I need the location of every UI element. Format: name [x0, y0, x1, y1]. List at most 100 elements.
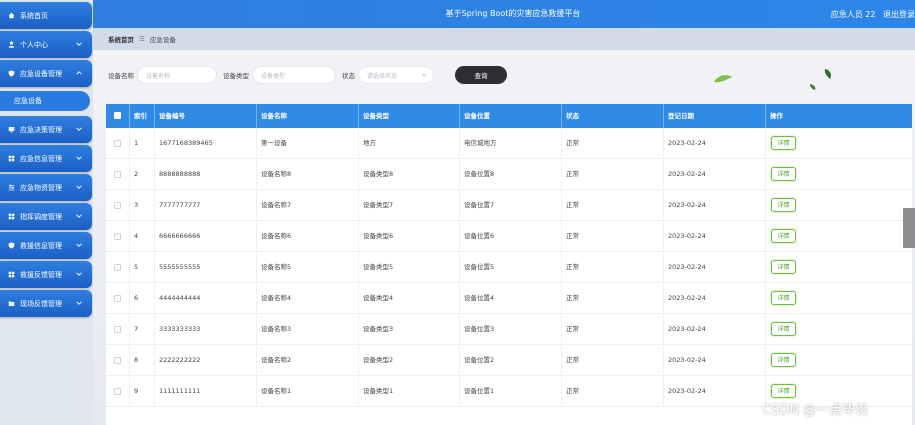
- detail-button[interactable]: 详情: [771, 198, 796, 212]
- table-row: 7 3333333333 设备名称3 设备类型3 设备位置3 正常 2023-02-24 详情: [106, 314, 912, 345]
- cell-index: 2: [130, 159, 155, 190]
- cell-name: 设备名称5: [257, 252, 359, 283]
- cell-code: 1111111111: [155, 376, 257, 407]
- sidebar-subitem-label: 应急设备: [14, 97, 42, 105]
- breadcrumb: 系统首页 ☰ 应急设备: [93, 28, 915, 50]
- cell-date: 2023-02-24: [664, 314, 766, 345]
- table-row: 6 4444444444 设备名称4 设备类型4 设备位置4 正常 2023-02-24 详情: [106, 283, 912, 314]
- row-select-cell: [106, 221, 130, 252]
- sidebar-item-info[interactable]: 应急信息管理: [0, 145, 92, 172]
- sidebar-item-label: 系统首页: [20, 11, 48, 20]
- status-select[interactable]: 请选择状态: [358, 66, 434, 84]
- chevron-down-icon: [76, 42, 82, 46]
- row-checkbox[interactable]: [114, 388, 121, 395]
- row-checkbox[interactable]: [114, 357, 121, 364]
- device-name-label: 设备名称: [108, 72, 134, 80]
- row-select-cell: [106, 283, 130, 314]
- chevron-down-icon: [76, 214, 82, 218]
- cell-date: 2023-02-24: [664, 252, 766, 283]
- cell-location: 设备位置7: [460, 190, 562, 221]
- sidebar-item-site-feedback[interactable]: 现场反馈管理: [0, 290, 92, 317]
- header-code: 设备编号: [155, 104, 257, 128]
- sidebar-item-label: 应急设备管理: [20, 69, 62, 78]
- logout-button[interactable]: 退出登录: [883, 10, 915, 19]
- sidebar-item-emergency-device[interactable]: 应急设备管理: [0, 60, 92, 87]
- leaf-decoration-icon: [714, 75, 732, 83]
- cell-index: 9: [130, 376, 155, 407]
- chevron-down-icon: [76, 272, 82, 276]
- monitor-icon: [8, 126, 15, 133]
- detail-button[interactable]: 详情: [771, 384, 796, 398]
- row-checkbox[interactable]: [114, 140, 121, 147]
- sidebar-item-personal-center[interactable]: 个人中心: [0, 31, 92, 58]
- table-row: 4 6666666666 设备名称6 设备类型6 设备位置6 正常 2023-02-24 详情: [106, 221, 912, 252]
- cell-date: 2023-02-24: [664, 190, 766, 221]
- detail-button[interactable]: 详情: [771, 291, 796, 305]
- row-checkbox[interactable]: [114, 202, 121, 209]
- row-checkbox[interactable]: [114, 233, 121, 240]
- chevron-down-icon: [76, 301, 82, 305]
- sidebar-item-label: 应急信息管理: [20, 154, 62, 163]
- cell-code: 1677168389465: [155, 128, 257, 159]
- sidebar-item-label: 现场反馈管理: [20, 299, 62, 308]
- search-bar: 设备名称 设备名称 设备类型 设备类型 状态 请选择状态: [108, 66, 434, 84]
- breadcrumb-home[interactable]: 系统首页: [108, 34, 134, 44]
- cell-type: 设备类型2: [359, 345, 460, 376]
- header-actions: 操作: [770, 112, 783, 120]
- main-content: 设备名称 设备名称 设备类型 设备类型 状态 请选择状态 查询 索引 设备编号 …: [93, 50, 915, 425]
- header-date: 登记日期: [664, 104, 766, 128]
- breadcrumb-current: 应急设备: [149, 36, 176, 44]
- cell-actions: 详情: [766, 314, 912, 345]
- sidebar-item-supplies[interactable]: 应急物资管理: [0, 174, 92, 201]
- query-button[interactable]: 查询: [455, 66, 507, 84]
- detail-button[interactable]: 详情: [771, 136, 796, 150]
- grid-icon: [8, 213, 15, 220]
- cell-actions: 详情: [766, 252, 912, 283]
- device-name-input[interactable]: 设备名称: [137, 66, 217, 84]
- header-status: 状态: [562, 104, 664, 128]
- cell-status: 正常: [562, 376, 664, 407]
- detail-button[interactable]: 详情: [771, 322, 796, 336]
- select-all-checkbox[interactable]: [114, 112, 121, 119]
- grid-icon: [8, 271, 15, 278]
- cell-status: 正常: [562, 314, 664, 345]
- sidebar-item-decision[interactable]: 应急决策管理: [0, 116, 92, 143]
- detail-button[interactable]: 详情: [771, 167, 796, 181]
- cell-date: 2023-02-24: [664, 283, 766, 314]
- table-row: 5 5555555555 设备名称5 设备类型5 设备位置5 正常 2023-02-24 详情: [106, 252, 912, 283]
- cell-code: 4444444444: [155, 283, 257, 314]
- row-select-cell: [106, 376, 130, 407]
- sidebar-item-home[interactable]: 系统首页: [0, 2, 92, 29]
- device-type-input[interactable]: 设备类型: [252, 66, 336, 84]
- sidebar-item-rescue-feedback[interactable]: 救援反馈管理: [0, 261, 92, 288]
- table-header: 索引 设备编号 设备名称 设备类型 设备位置 状态 登记日期 操作: [106, 104, 912, 128]
- sidebar-subitem-device[interactable]: 应急设备: [0, 91, 90, 111]
- detail-button[interactable]: 详情: [771, 260, 796, 274]
- header-index: 索引: [130, 104, 155, 128]
- chevron-down-icon: [76, 243, 82, 247]
- cell-code: 3333333333: [155, 314, 257, 345]
- detail-button[interactable]: 详情: [771, 353, 796, 367]
- row-checkbox[interactable]: [114, 264, 121, 271]
- sidebar-item-rescue-info[interactable]: 救援信息管理: [0, 232, 92, 259]
- page-scrollbar[interactable]: [903, 208, 915, 248]
- shield-icon: [8, 70, 15, 77]
- folder-icon: [8, 300, 15, 307]
- row-checkbox[interactable]: [114, 295, 121, 302]
- shield-icon: [8, 242, 15, 249]
- cell-index: 5: [130, 252, 155, 283]
- cell-status: 正常: [562, 252, 664, 283]
- cell-code: 6666666666: [155, 221, 257, 252]
- cell-date: 2023-02-24: [664, 221, 766, 252]
- sidebar-item-label: 指挥调度管理: [20, 212, 62, 221]
- row-checkbox[interactable]: [114, 171, 121, 178]
- sidebar-item-dispatch[interactable]: 指挥调度管理: [0, 203, 92, 230]
- row-checkbox[interactable]: [114, 326, 121, 333]
- cell-code: 8888888888: [155, 159, 257, 190]
- cell-status: 正常: [562, 283, 664, 314]
- sidebar: 系统首页 个人中心 应急设备管理 应急设备 应急决策管理 应急信息管理 应急物资…: [0, 0, 93, 425]
- header-name: 设备名称: [257, 104, 359, 128]
- sliders-icon: [8, 184, 15, 191]
- cell-date: 2023-02-24: [664, 159, 766, 190]
- detail-button[interactable]: 详情: [771, 229, 796, 243]
